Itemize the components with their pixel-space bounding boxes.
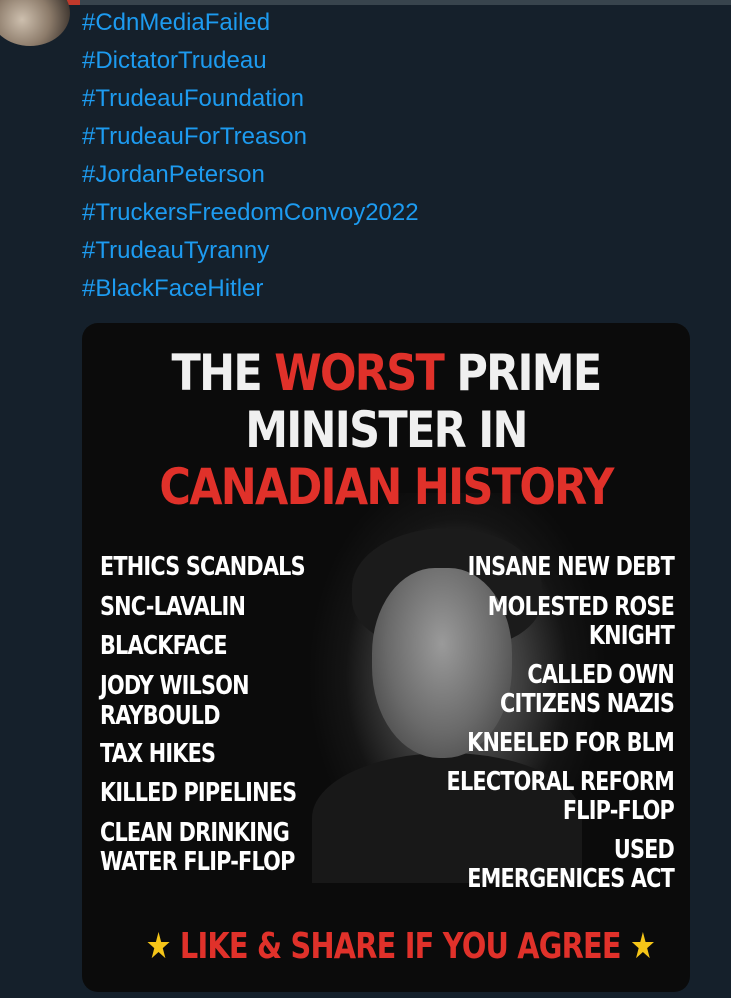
- list-item: SNC-LAVALIN: [100, 592, 246, 622]
- hashtag-link[interactable]: #TrudeauTyranny: [82, 232, 419, 270]
- hashtag-link[interactable]: #BlackFaceHitler: [82, 270, 419, 308]
- list-item: RAYBOULD: [100, 701, 221, 731]
- image-headline: THE WORST PRIME MINISTER IN CANADIAN HIS…: [125, 345, 648, 516]
- hashtag-list: #CdnMediaFailed #DictatorTrudeau #Trudea…: [82, 4, 419, 308]
- headline-line-2: MINISTER IN: [245, 401, 528, 459]
- list-item: KNIGHT: [588, 621, 675, 651]
- list-item: ELECTORAL REFORM: [446, 767, 675, 797]
- headline-line-3: CANADIAN HISTORY: [159, 458, 614, 516]
- list-item: MOLESTED ROSE: [487, 592, 675, 622]
- hashtag-link[interactable]: #DictatorTrudeau: [82, 42, 419, 80]
- list-item: TAX HIKES: [100, 739, 216, 769]
- headline-word: THE: [171, 344, 262, 402]
- list-item: WATER FLIP-FLOP: [100, 847, 295, 877]
- cta-text: LIKE & SHARE IF YOU AGREE: [179, 926, 622, 967]
- list-item: BLACKFACE: [100, 631, 228, 661]
- headline-word-red: WORST: [274, 344, 445, 402]
- hashtag-link[interactable]: #CdnMediaFailed: [82, 4, 419, 42]
- list-item: CALLED OWN: [527, 660, 674, 690]
- image-footer: ★ LIKE & SHARE IF YOU AGREE ★: [82, 921, 690, 973]
- hashtag-link[interactable]: #TrudeauForTreason: [82, 118, 419, 156]
- list-item: KNEELED FOR BLM: [467, 728, 675, 758]
- list-item: FLIP-FLOP: [562, 796, 675, 826]
- hashtag-link[interactable]: #JordanPeterson: [82, 156, 419, 194]
- list-item: EMERGENICES ACT: [467, 864, 675, 894]
- hashtag-link[interactable]: #TruckersFreedomConvoy2022: [82, 194, 419, 232]
- headline-word: PRIME: [456, 344, 602, 402]
- list-item: ETHICS SCANDALS: [100, 552, 306, 582]
- list-item: JODY WILSON: [100, 671, 249, 701]
- list-item: INSANE NEW DEBT: [467, 552, 675, 582]
- star-icon: ★: [630, 926, 656, 967]
- list-item: KILLED PIPELINES: [100, 778, 297, 808]
- hashtag-link[interactable]: #TrudeauFoundation: [82, 80, 419, 118]
- headline-line-1: THE WORST PRIME: [125, 345, 648, 402]
- list-item: USED: [613, 835, 675, 865]
- star-icon: ★: [145, 926, 172, 967]
- avatar[interactable]: [0, 0, 70, 46]
- attached-image[interactable]: THE WORST PRIME MINISTER IN CANADIAN HIS…: [82, 323, 690, 992]
- list-item: CLEAN DRINKING: [100, 818, 290, 848]
- list-item: CITIZENS NAZIS: [500, 689, 675, 719]
